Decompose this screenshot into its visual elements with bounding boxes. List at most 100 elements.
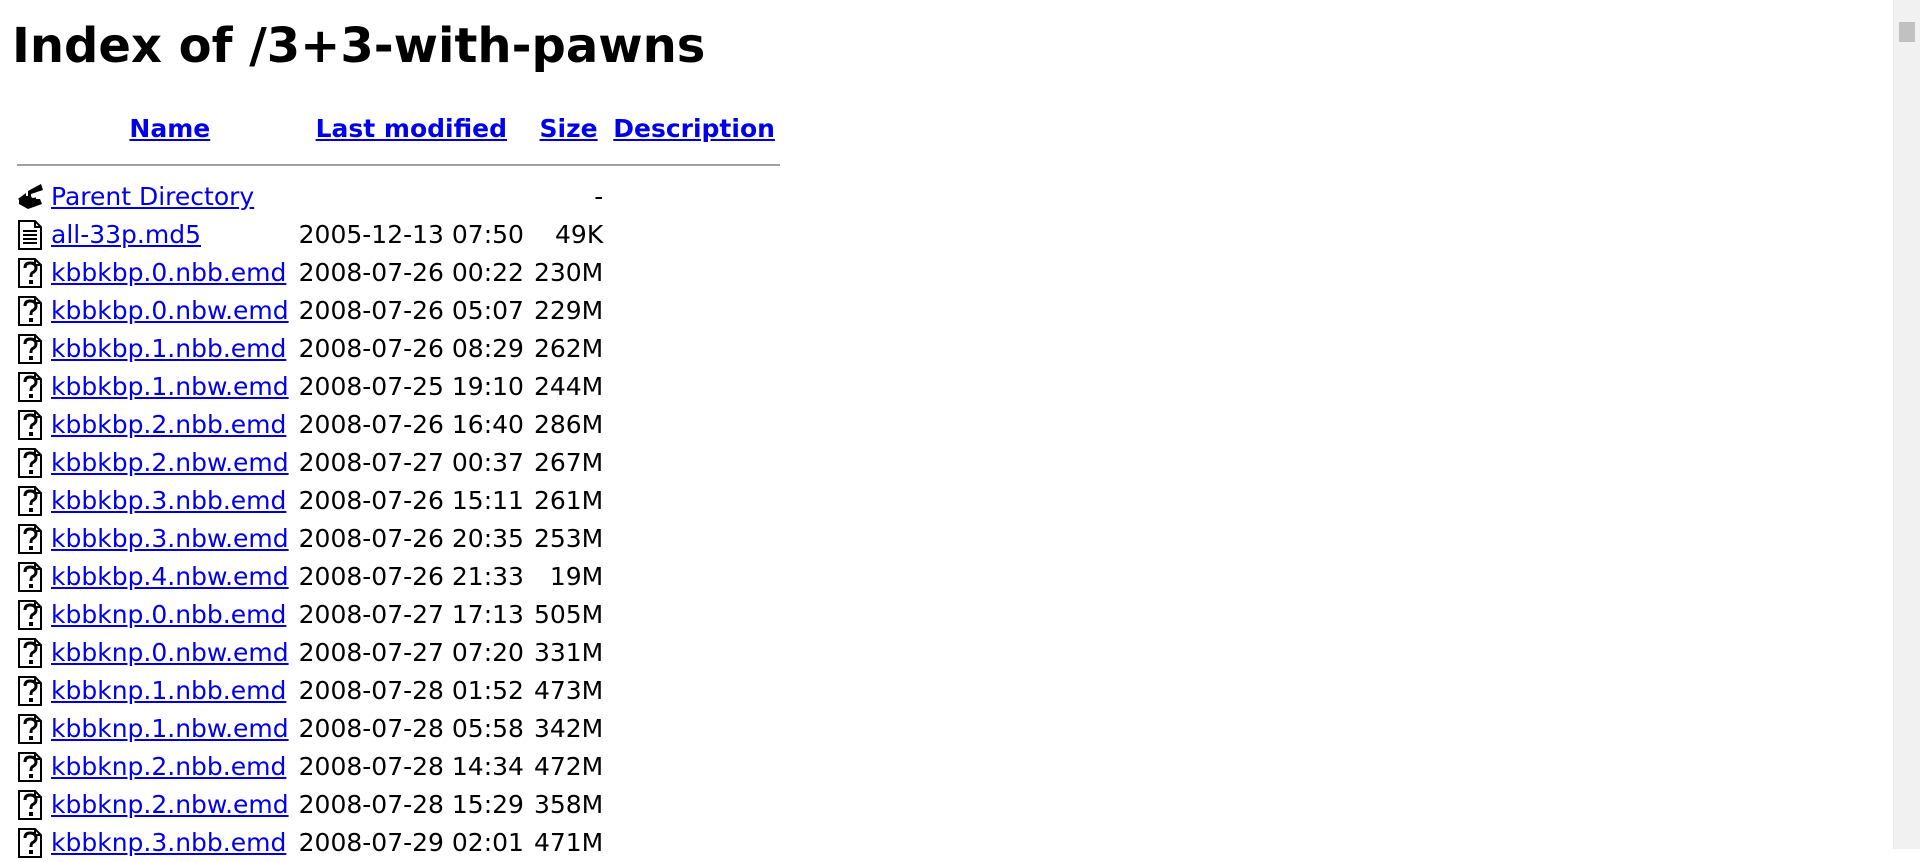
text-file-icon [18,220,42,250]
file-link[interactable]: kbbknp.2.nbb.emd [51,752,286,781]
file-description [608,596,780,634]
file-description [608,292,780,330]
file-date: 2008-07-27 07:20 [298,638,524,667]
file-description [608,482,780,520]
file-link[interactable]: all-33p.md5 [51,220,201,249]
file-size: 342M [533,714,604,743]
unknown-file-icon [18,486,42,516]
file-date: 2008-07-28 05:58 [298,714,524,743]
file-link[interactable]: kbbkbp.0.nbw.emd [51,296,289,325]
file-row: kbbkbp.1.nbb.emd 2008-07-26 08:29 262M [12,330,780,368]
sort-by-size-link[interactable]: Size [540,114,598,143]
file-description [608,634,780,672]
last-modified-column-header: Last modified [294,114,529,152]
unknown-file-icon [18,828,42,858]
file-size: 358M [533,790,604,819]
unknown-file-icon [18,638,42,668]
file-row: kbbkbp.1.nbw.emd 2008-07-25 19:10 244M [12,368,780,406]
file-date: 2008-07-25 19:10 [298,372,524,401]
file-size: 286M [533,410,604,439]
file-size: 473M [533,676,604,705]
file-row: kbbkbp.4.nbw.emd 2008-07-26 21:33 19M [12,558,780,596]
file-size: 19M [549,562,604,591]
scrollbar-thumb[interactable] [1899,22,1915,42]
file-date: 2008-07-28 01:52 [298,676,524,705]
sort-by-description-link[interactable]: Description [613,114,775,143]
file-size: 471M [533,828,604,857]
page-title: Index of /3+3-with-pawns [12,18,706,74]
unknown-file-icon [18,790,42,820]
unknown-file-icon [18,258,42,288]
file-size: 230M [533,258,604,287]
unknown-file-icon [18,714,42,744]
file-date: 2008-07-26 08:29 [298,334,524,363]
file-link[interactable]: kbbknp.1.nbw.emd [51,714,289,743]
file-row: kbbknp.0.nbw.emd 2008-07-27 07:20 331M [12,634,780,672]
file-description [608,824,780,862]
file-description [608,254,780,292]
unknown-file-icon [18,334,42,364]
unknown-file-icon [18,752,42,782]
file-size: 229M [533,296,604,325]
file-link[interactable]: kbbknp.1.nbb.emd [51,676,286,705]
file-description [608,710,780,748]
description-column-header: Description [608,114,780,152]
file-link[interactable]: kbbkbp.3.nbw.emd [51,524,289,553]
file-description [608,672,780,710]
file-row: kbbknp.1.nbw.emd 2008-07-28 05:58 342M [12,710,780,748]
header-row: Name Last modified Size Description [12,114,780,152]
unknown-file-icon [18,296,42,326]
sort-by-last-modified-link[interactable]: Last modified [316,114,507,143]
file-row: kbbknp.0.nbb.emd 2008-07-27 17:13 505M [12,596,780,634]
sort-by-name-link[interactable]: Name [129,114,210,143]
parent-directory-row: Parent Directory - [12,178,780,216]
header-separator-row [12,152,780,178]
file-row: kbbknp.1.nbb.emd 2008-07-28 01:52 473M [12,672,780,710]
file-link[interactable]: kbbknp.3.nbb.emd [51,828,286,857]
file-size: - [594,182,604,211]
file-row: kbbkbp.2.nbw.emd 2008-07-27 00:37 267M [12,444,780,482]
file-size: 472M [533,752,604,781]
unknown-file-icon [18,410,42,440]
unknown-file-icon [18,600,42,630]
file-row: all-33p.md5 2005-12-13 07:50 49K [12,216,780,254]
file-date: 2008-07-26 00:22 [298,258,524,287]
file-link[interactable]: kbbkbp.2.nbw.emd [51,448,289,477]
file-size: 331M [533,638,604,667]
file-date: 2008-07-28 15:29 [298,790,524,819]
file-description [608,444,780,482]
file-row: kbbknp.2.nbw.emd 2008-07-28 15:29 358M [12,786,780,824]
file-date: 2008-07-29 02:01 [298,828,524,857]
file-size: 253M [533,524,604,553]
parent-directory-link[interactable]: Parent Directory [51,182,254,211]
file-description [608,216,780,254]
file-link[interactable]: kbbknp.0.nbw.emd [51,638,289,667]
vertical-scrollbar[interactable] [1893,0,1920,849]
directory-listing-page: Index of /3+3-with-pawns Name Last modif… [12,0,780,862]
file-size: 267M [533,448,604,477]
file-size: 244M [533,372,604,401]
file-date: 2008-07-27 17:13 [298,600,524,629]
file-row: kbbkbp.0.nbw.emd 2008-07-26 05:07 229M [12,292,780,330]
file-table: Name Last modified Size Description Pare… [12,114,780,862]
file-row: kbbkbp.2.nbb.emd 2008-07-26 16:40 286M [12,406,780,444]
file-row: kbbkbp.3.nbw.emd 2008-07-26 20:35 253M [12,520,780,558]
file-description [608,558,780,596]
file-link[interactable]: kbbkbp.3.nbb.emd [51,486,286,515]
file-date: 2008-07-26 20:35 [298,524,524,553]
file-date: 2008-07-28 14:34 [298,752,524,781]
file-link[interactable]: kbbkbp.1.nbw.emd [51,372,289,401]
file-link[interactable]: kbbkbp.2.nbb.emd [51,410,286,439]
file-link[interactable]: kbbkbp.0.nbb.emd [51,258,286,287]
file-description [608,330,780,368]
file-link[interactable]: kbbkbp.1.nbb.emd [51,334,286,363]
file-date: 2008-07-27 00:37 [298,448,524,477]
file-link[interactable]: kbbkbp.4.nbw.emd [51,562,289,591]
back-arrow-icon [18,184,43,209]
unknown-file-icon [18,562,42,592]
file-size: 505M [533,600,604,629]
file-link[interactable]: kbbknp.0.nbb.emd [51,600,286,629]
file-link[interactable]: kbbknp.2.nbw.emd [51,790,289,819]
file-date: 2008-07-26 05:07 [298,296,524,325]
unknown-file-icon [18,676,42,706]
